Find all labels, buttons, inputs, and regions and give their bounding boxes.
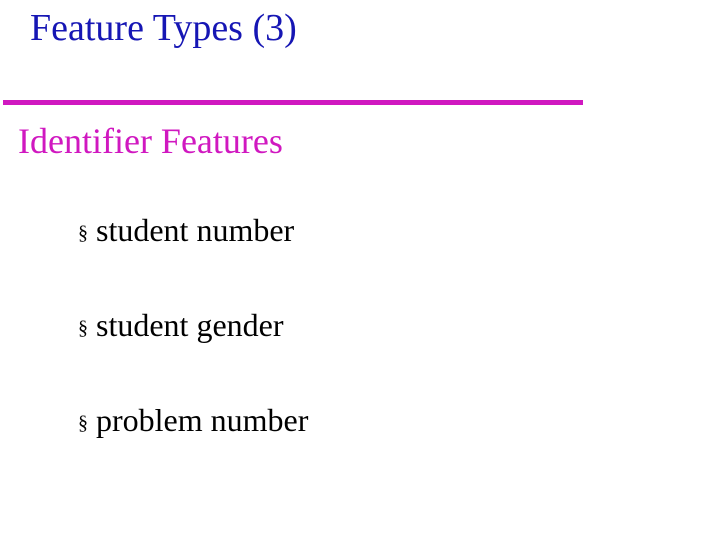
list-item-text: student number xyxy=(96,214,294,246)
subtitle: Identifier Features xyxy=(18,120,283,162)
list-item: § problem number xyxy=(78,404,308,439)
slide-title: Feature Types (3) xyxy=(30,6,297,50)
list-item: § student gender xyxy=(78,309,308,344)
bullet-icon: § xyxy=(78,312,88,344)
bullet-list: § student number § student gender § prob… xyxy=(78,214,308,499)
bullet-icon: § xyxy=(78,407,88,439)
list-item-text: student gender xyxy=(96,309,284,341)
divider xyxy=(3,100,583,105)
list-item: § student number xyxy=(78,214,308,249)
bullet-icon: § xyxy=(78,217,88,249)
list-item-text: problem number xyxy=(96,404,308,436)
slide: Feature Types (3) Identifier Features § … xyxy=(0,0,720,540)
